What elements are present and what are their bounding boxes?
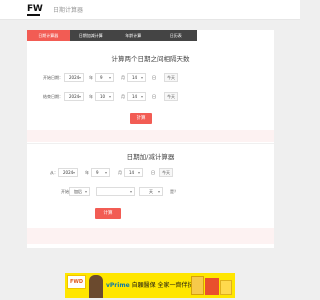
ad-banner[interactable]: FWD vPrime 自願醫保 全家一齊伴抗贫? (65, 273, 235, 298)
tab-age[interactable]: 年龄计算 (112, 30, 155, 41)
end-year-unit: 年 (89, 94, 93, 99)
addsub-title: 日期加/减计算器 (126, 153, 175, 161)
addsub-op-label: 开始 (61, 189, 69, 194)
site-name: 日期计算器 (53, 7, 84, 14)
addsub-date-row: 从： 2024 年 9 月 14 日 今天 (27, 168, 274, 178)
addsub-submit-button[interactable]: 计算 (95, 208, 121, 219)
addsub-year-select[interactable]: 2024 (58, 168, 78, 177)
addsub-amount-input[interactable] (96, 187, 135, 196)
start-year-select[interactable]: 2024 (64, 73, 84, 82)
addsub-op-row: 开始 加后 天 是？ (27, 187, 274, 197)
addsub-month-unit: 月 (118, 170, 122, 175)
addsub-month-select[interactable]: 9 (91, 168, 110, 177)
tab-bar: 日期计算器 日期加减计算 年龄计算 日历表 (27, 30, 197, 41)
end-day-unit: 日 (152, 94, 156, 99)
ad-headline: vPrime 自願醫保 全家一齊伴抗贫? (106, 280, 203, 289)
ad-person-image (89, 275, 103, 298)
ad-gift-box-2 (205, 278, 219, 295)
tab-calendar[interactable]: 日历表 (154, 30, 197, 41)
logo-underline (27, 14, 40, 16)
calculator-card: 日期计算器 日期加减计算 年龄计算 日历表 计算两个日期之间相隔天数 开始日期：… (27, 30, 274, 248)
site-logo[interactable]: FW (27, 4, 43, 14)
addsub-year-unit: 年 (85, 170, 89, 175)
addsub-day-unit: 日 (151, 170, 155, 175)
addsub-today-button[interactable]: 今天 (159, 168, 173, 177)
diff-result-area (27, 130, 274, 142)
ad-gift-box-1 (191, 276, 204, 295)
diff-submit-button[interactable]: 計算 (130, 113, 152, 124)
start-date-row: 开始日期： 2024 年 9 月 14 日 今天 (27, 73, 274, 83)
end-month-select[interactable]: 10 (95, 92, 114, 101)
start-day-unit: 日 (152, 75, 156, 80)
addsub-suffix: 是？ (170, 189, 178, 194)
start-year-unit: 年 (89, 75, 93, 80)
start-day-select[interactable]: 14 (127, 73, 146, 82)
tab-date-diff[interactable]: 日期计算器 (27, 30, 70, 41)
addsub-day-select[interactable]: 14 (124, 168, 143, 177)
ad-brand-logo: FWD (67, 275, 86, 289)
start-today-button[interactable]: 今天 (164, 73, 178, 82)
end-day-select[interactable]: 14 (127, 92, 146, 101)
end-date-label: 结束日期： (43, 94, 63, 99)
end-year-select[interactable]: 2024 (64, 92, 84, 101)
diff-title: 计算两个日期之间相隔天数 (111, 55, 190, 63)
end-today-button[interactable]: 今天 (164, 92, 178, 101)
start-month-unit: 月 (121, 75, 125, 80)
addsub-result-area (27, 228, 274, 244)
addsub-mode-select[interactable]: 加后 (69, 187, 90, 196)
top-bar: FW 日期计算器 (0, 0, 300, 20)
start-month-select[interactable]: 9 (95, 73, 114, 82)
end-date-row: 结束日期： 2024 年 10 月 14 日 今天 (27, 92, 274, 102)
ad-gift-box-3 (220, 280, 232, 295)
addsub-unit-select[interactable]: 天 (139, 187, 163, 196)
start-date-label: 开始日期： (43, 75, 63, 80)
addsub-from-label: 从： (50, 170, 58, 175)
section-divider (27, 143, 274, 144)
end-month-unit: 月 (121, 94, 125, 99)
tab-date-add[interactable]: 日期加减计算 (69, 30, 112, 41)
ad-product-name: vPrime (106, 282, 130, 289)
